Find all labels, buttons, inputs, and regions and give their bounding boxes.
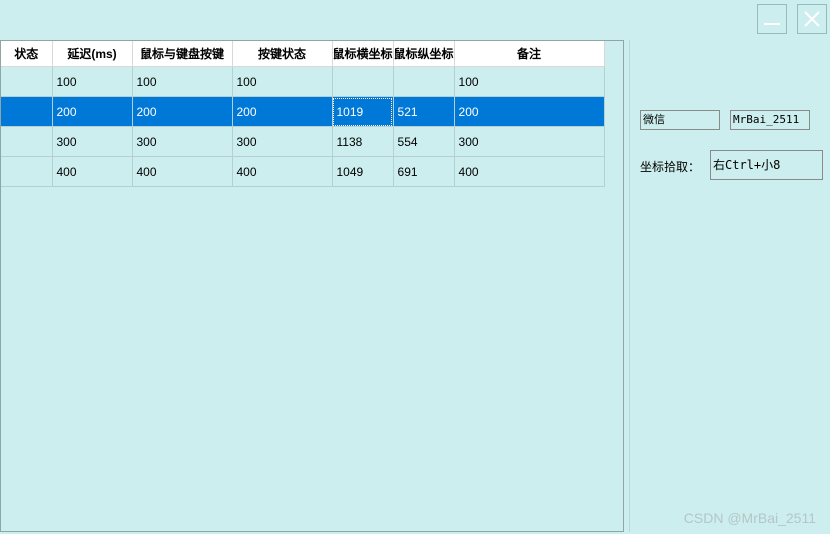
cell-delay[interactable]: 200 bbox=[52, 96, 133, 127]
cell-key-state[interactable]: 400 bbox=[232, 156, 333, 187]
cell-delay[interactable]: 100 bbox=[52, 66, 133, 97]
cell-delay[interactable]: 300 bbox=[52, 126, 133, 157]
cell-note[interactable]: 400 bbox=[454, 156, 605, 187]
cell-mouse-y[interactable]: 554 bbox=[393, 126, 455, 157]
cell-key-state[interactable]: 100 bbox=[232, 66, 333, 97]
cell-key-state[interactable]: 200 bbox=[232, 96, 333, 127]
minimize-icon bbox=[764, 23, 780, 25]
cell-status[interactable] bbox=[1, 96, 53, 127]
col-header-mouse-y[interactable]: 鼠标纵坐标 bbox=[393, 41, 455, 67]
macro-step-table[interactable]: 状态 延迟(ms) 鼠标与键盘按键 按键状态 鼠标横坐标 鼠标纵坐标 备注 10… bbox=[1, 41, 605, 187]
watermark: CSDN @MrBai_2511 bbox=[683, 510, 816, 526]
wechat-field[interactable]: 微信 bbox=[640, 110, 720, 130]
cell-note[interactable]: 200 bbox=[454, 96, 605, 127]
table-row[interactable]: 300 300 300 1138 554 300 bbox=[1, 126, 605, 157]
col-header-delay[interactable]: 延迟(ms) bbox=[52, 41, 133, 67]
cell-mouse-y[interactable]: 691 bbox=[393, 156, 455, 187]
cell-mouse-y[interactable] bbox=[393, 66, 455, 97]
cell-mouse-x[interactable] bbox=[332, 66, 394, 97]
wechat-id-field[interactable]: MrBai_2511 bbox=[730, 110, 810, 130]
col-header-mouse-x[interactable]: 鼠标横坐标 bbox=[332, 41, 394, 67]
data-grid-panel[interactable]: 状态 延迟(ms) 鼠标与键盘按键 按键状态 鼠标横坐标 鼠标纵坐标 备注 10… bbox=[0, 40, 624, 532]
col-header-key-state[interactable]: 按键状态 bbox=[232, 41, 333, 67]
cell-mouse-x[interactable]: 1138 bbox=[332, 126, 394, 157]
col-header-note[interactable]: 备注 bbox=[454, 41, 605, 67]
close-button[interactable] bbox=[797, 4, 827, 34]
col-header-key[interactable]: 鼠标与键盘按键 bbox=[132, 41, 233, 67]
cell-key[interactable]: 400 bbox=[132, 156, 233, 187]
col-header-status[interactable]: 状态 bbox=[1, 41, 53, 67]
table-row-selected[interactable]: 200 200 200 1019 521 200 bbox=[1, 96, 605, 127]
coord-pick-label: 坐标拾取： bbox=[640, 160, 701, 174]
cell-mouse-x[interactable]: 1019 bbox=[332, 96, 394, 127]
cell-status[interactable] bbox=[1, 156, 53, 187]
close-icon bbox=[804, 11, 820, 27]
side-panel: 微信 MrBai_2511 坐标拾取： 右Ctrl+小8 bbox=[629, 40, 830, 532]
cell-status[interactable] bbox=[1, 66, 53, 97]
cell-note[interactable]: 100 bbox=[454, 66, 605, 97]
minimize-button[interactable] bbox=[757, 4, 787, 34]
cell-key[interactable]: 100 bbox=[132, 66, 233, 97]
cell-mouse-y[interactable]: 521 bbox=[393, 96, 455, 127]
cell-key[interactable]: 300 bbox=[132, 126, 233, 157]
cell-note[interactable]: 300 bbox=[454, 126, 605, 157]
cell-delay[interactable]: 400 bbox=[52, 156, 133, 187]
coord-hotkey-field[interactable]: 右Ctrl+小8 bbox=[710, 150, 823, 180]
table-row[interactable]: 400 400 400 1049 691 400 bbox=[1, 156, 605, 187]
table-row[interactable]: 100 100 100 100 bbox=[1, 66, 605, 97]
cell-mouse-x[interactable]: 1049 bbox=[332, 156, 394, 187]
header-row: 状态 延迟(ms) 鼠标与键盘按键 按键状态 鼠标横坐标 鼠标纵坐标 备注 bbox=[1, 41, 605, 67]
cell-status[interactable] bbox=[1, 126, 53, 157]
cell-key-state[interactable]: 300 bbox=[232, 126, 333, 157]
cell-key[interactable]: 200 bbox=[132, 96, 233, 127]
